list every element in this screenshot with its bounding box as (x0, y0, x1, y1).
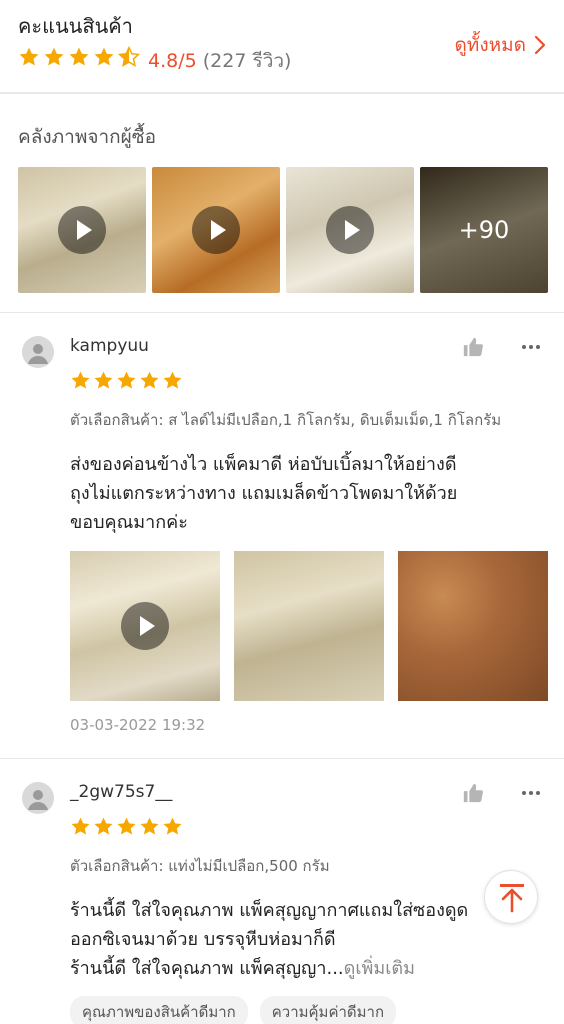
review-date: 03-03-2022 19:32 (70, 716, 206, 734)
review-variation: ตัวเลือกสินค้า: ส ไลด์ไม่มีเปลือก,1 กิโล… (70, 411, 502, 429)
review-variation: ตัวเลือกสินค้า: แท่งไม่มีเปลือก,500 กรัม (70, 857, 330, 875)
review-text-line: ส่งของค่อนข้างไว แพ็คมาดี ห่อบับเบิ้ลมาใ… (70, 454, 457, 475)
divider (0, 92, 564, 94)
review-stars (70, 816, 183, 837)
review-count: (227 รีวิว) (202, 50, 292, 72)
review-tags: คุณภาพของสินค้าดีมาก ความคุ้มค่าดีมาก (70, 996, 397, 1024)
star-icon (18, 46, 40, 68)
review-username: kampyuu (70, 336, 149, 356)
star-icon (93, 816, 114, 837)
chevron-right-icon (534, 35, 546, 55)
buyer-gallery: +90 (18, 167, 548, 293)
star-icon (93, 370, 114, 391)
review-text: ร้านนี้ดี ใส่ใจคุณภาพ แพ็คสุญญากาศแถมใส่… (70, 896, 550, 983)
star-icon (43, 46, 65, 68)
arrow-up-icon (500, 884, 524, 913)
rating-value: 4.8/5 (148, 50, 197, 72)
review-photo-thumb[interactable] (234, 551, 384, 701)
more-options-icon[interactable] (520, 782, 542, 804)
gallery-more-thumb[interactable]: +90 (420, 167, 548, 293)
review-text-line: ขอบคุณมากค่ะ (70, 512, 188, 533)
divider (0, 758, 564, 759)
review-tag: ความคุ้มค่าดีมาก (259, 996, 397, 1024)
star-icon (139, 370, 160, 391)
see-all-label: ดูทั้งหมด (454, 34, 526, 56)
user-avatar[interactable] (22, 336, 54, 368)
thumbs-up-icon[interactable] (462, 782, 484, 804)
gallery-video-thumb[interactable] (18, 167, 146, 293)
review-text-line-truncated: ร้านนี้ดี ใส่ใจคุณภาพ แพ็คสุญญา... (70, 958, 344, 979)
review-text-line: ร้านนี้ดี ใส่ใจคุณภาพ แพ็คสุญญากาศแถมใส่… (70, 900, 469, 921)
more-photos-count: +90 (420, 167, 548, 293)
play-icon[interactable] (326, 206, 374, 254)
review-username: _2gw75s7__ (70, 782, 173, 802)
scroll-to-top-button[interactable] (484, 870, 538, 924)
product-rating-header: คะแนนสินค้า 4.8/5 (227 รีวิว) ดูทั้งหมด (0, 0, 564, 92)
play-icon[interactable] (58, 206, 106, 254)
review-tag: คุณภาพของสินค้าดีมาก (70, 996, 248, 1024)
star-icon (68, 46, 90, 68)
review-text-line: ออกซิเจนมาด้วย บรรจุหีบห่อมาก็ดี (70, 929, 336, 950)
star-icon (70, 816, 91, 837)
half-star-icon (118, 46, 140, 68)
gallery-video-thumb[interactable] (286, 167, 414, 293)
rating-title: คะแนนสินค้า (18, 14, 133, 38)
review-text-line: ถุงไม่แตกระหว่างทาง แถมเมล็ดข้าวโพดมาให้… (70, 483, 458, 504)
rating-stars (18, 46, 140, 70)
star-icon (70, 370, 91, 391)
play-icon[interactable] (192, 206, 240, 254)
thumbs-up-icon[interactable] (462, 336, 484, 358)
star-icon (116, 816, 137, 837)
review-text-line: ร้านนี้ดี ใส่ใจคุณภาพ แพ็คสุญญา...ดูเพิ่… (70, 954, 550, 983)
star-icon (162, 816, 183, 837)
divider (0, 312, 564, 313)
star-icon (93, 46, 115, 68)
play-icon[interactable] (121, 602, 169, 650)
review-photos (70, 551, 548, 701)
review-stars (70, 370, 183, 391)
see-all-reviews-link[interactable]: ดูทั้งหมด (454, 30, 546, 60)
star-icon (139, 816, 160, 837)
review-text: ส่งของค่อนข้างไว แพ็คมาดี ห่อบับเบิ้ลมาใ… (70, 450, 550, 537)
rating-score: 4.8/5 (227 รีวิว) (148, 46, 291, 76)
buyer-gallery-title: คลังภาพจากผู้ซื้อ (18, 126, 157, 148)
more-options-icon[interactable] (520, 336, 542, 358)
user-avatar[interactable] (22, 782, 54, 814)
review-photo-thumb[interactable] (398, 551, 548, 701)
star-icon (116, 370, 137, 391)
see-more-link[interactable]: ดูเพิ่มเติม (344, 958, 415, 979)
review-video-thumb[interactable] (70, 551, 220, 701)
star-icon (162, 370, 183, 391)
gallery-video-thumb[interactable] (152, 167, 280, 293)
